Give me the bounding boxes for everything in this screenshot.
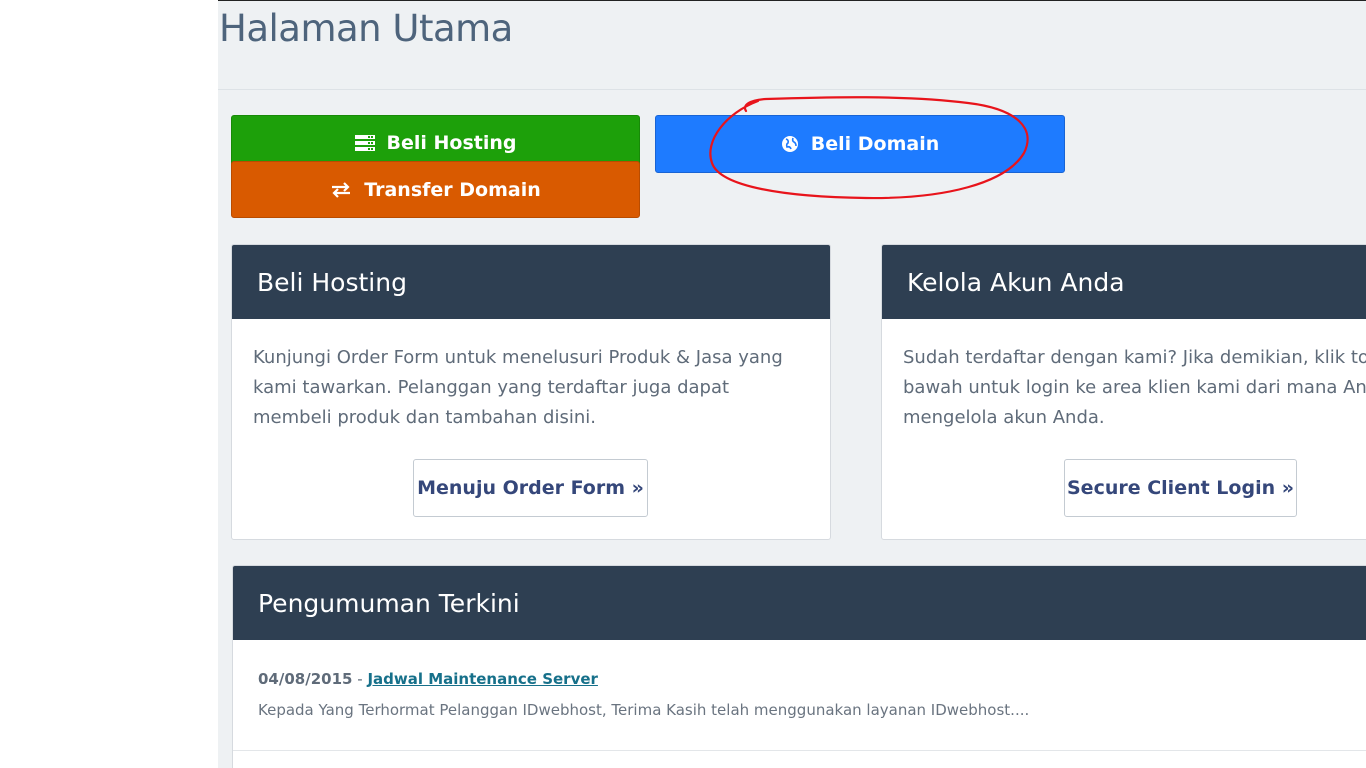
announcements-panel: Pengumuman Terkini 04/08/2015 - Jadwal M…	[232, 565, 1366, 768]
manage-account-panel: Kelola Akun Anda Sudah terdaftar dengan …	[881, 244, 1366, 540]
announcement-excerpt: Kepada Yang Terhormat Pelanggan IDwebhos…	[258, 701, 1030, 719]
announcement-divider	[233, 750, 1366, 751]
manage-account-text-line: mengelola akun Anda.	[903, 407, 1105, 428]
main-content: Halaman Utama Beli Hosting Transfer Doma…	[218, 0, 1366, 768]
transfer-domain-label: Transfer Domain	[364, 178, 541, 201]
secure-client-login-button[interactable]: Secure Client Login »	[1064, 459, 1297, 517]
buy-hosting-panel-title: Beli Hosting	[232, 245, 830, 319]
left-blank-area	[0, 0, 218, 768]
server-icon	[354, 135, 375, 151]
transfer-domain-button[interactable]: Transfer Domain	[231, 161, 640, 218]
globe-icon	[781, 135, 799, 153]
announcements-panel-title: Pengumuman Terkini	[233, 566, 1366, 640]
buy-domain-button[interactable]: Beli Domain	[655, 115, 1065, 173]
manage-account-text-line: bawah untuk login ke area klien kami dar…	[903, 377, 1366, 398]
transfer-arrows-icon	[330, 181, 352, 198]
buy-hosting-label: Beli Hosting	[386, 132, 517, 154]
buy-domain-label: Beli Domain	[810, 133, 940, 155]
title-divider	[218, 89, 1366, 90]
order-form-button[interactable]: Menuju Order Form »	[413, 459, 648, 517]
announcement-date: 04/08/2015	[258, 670, 353, 688]
manage-account-panel-text: Sudah terdaftar dengan kami? Jika demiki…	[903, 343, 1366, 433]
buy-hosting-panel-text: Kunjungi Order Form untuk menelusuri Pro…	[253, 347, 783, 428]
announcement-separator: -	[357, 670, 363, 688]
manage-account-panel-title: Kelola Akun Anda	[882, 245, 1366, 319]
page-title: Halaman Utama	[219, 7, 513, 50]
announcement-title-link[interactable]: Jadwal Maintenance Server	[367, 670, 598, 688]
buy-hosting-panel: Beli Hosting Kunjungi Order Form untuk m…	[231, 244, 831, 540]
manage-account-text-line: Sudah terdaftar dengan kami? Jika demiki…	[903, 347, 1366, 368]
announcement-item: 04/08/2015 - Jadwal Maintenance Server	[258, 670, 598, 688]
